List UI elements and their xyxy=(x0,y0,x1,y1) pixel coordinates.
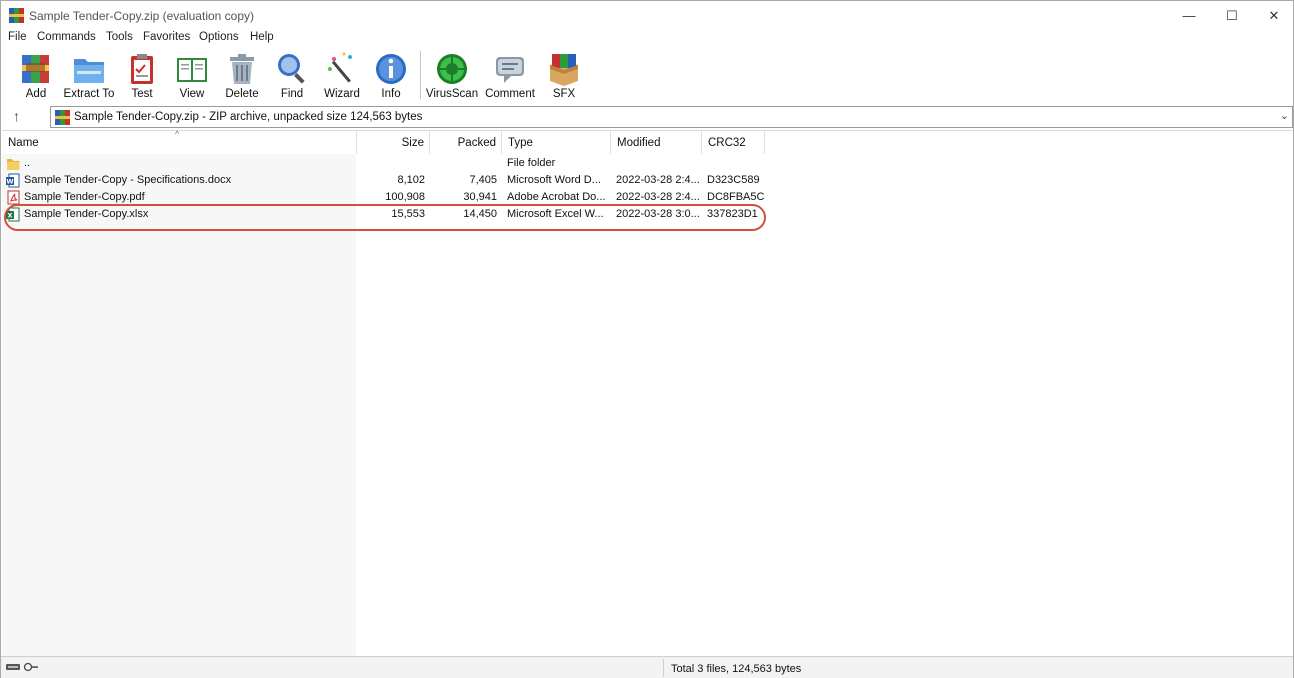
info-icon xyxy=(376,54,406,84)
column-header-name[interactable]: Name ^ xyxy=(2,129,357,154)
status-divider xyxy=(663,659,664,677)
column-header-size[interactable]: Size xyxy=(357,131,430,154)
file-type: Microsoft Word D... xyxy=(507,174,601,186)
up-folder-button[interactable]: ↑ xyxy=(13,108,20,124)
magnifier-find-icon xyxy=(278,54,305,84)
maximize-button[interactable]: ☐ xyxy=(1209,1,1255,30)
menu-favorites[interactable]: Favorites xyxy=(143,31,190,43)
minimize-button[interactable]: — xyxy=(1166,1,1212,30)
toolbar: Add Extract To Test View Delete Find Wiz… xyxy=(1,48,1293,103)
address-row: ↑ Sample Tender-Copy.zip - ZIP archive, … xyxy=(1,105,1293,129)
column-crc32-label: CRC32 xyxy=(708,137,746,149)
file-modified: 2022-03-28 2:4... xyxy=(616,191,700,203)
file-modified: 2022-03-28 2:4... xyxy=(616,174,700,186)
address-text: Sample Tender-Copy.zip - ZIP archive, un… xyxy=(74,111,423,123)
folder-extract-icon xyxy=(74,59,104,83)
menu-options[interactable]: Options xyxy=(199,31,239,43)
column-header-modified[interactable]: Modified xyxy=(611,131,702,154)
virusscan-button[interactable]: VirusScan xyxy=(425,51,479,101)
book-view-icon xyxy=(177,58,207,82)
comment-icon xyxy=(496,57,524,83)
add-archive-icon xyxy=(22,55,49,83)
column-header-crc32[interactable]: CRC32 xyxy=(702,131,765,154)
address-dropdown-icon[interactable]: ⌄ xyxy=(1280,109,1289,122)
zip-archive-icon xyxy=(55,110,70,125)
status-bar: Total 3 files, 124,563 bytes xyxy=(1,656,1293,678)
minimize-icon: — xyxy=(1182,8,1196,23)
file-name: Sample Tender-Copy.pdf xyxy=(24,191,145,203)
folder-icon xyxy=(7,159,20,170)
window-title: Sample Tender-Copy.zip (evaluation copy) xyxy=(29,9,255,23)
sfx-label: SFX xyxy=(552,88,576,100)
menu-file[interactable]: File xyxy=(8,31,27,43)
file-row-parent[interactable]: .. File folder xyxy=(2,155,1293,172)
maximize-icon: ☐ xyxy=(1226,7,1238,23)
trash-delete-icon xyxy=(230,54,254,84)
status-total: Total 3 files, 124,563 bytes xyxy=(671,663,802,675)
file-name: .. xyxy=(24,157,31,169)
virus-scan-icon xyxy=(437,54,467,84)
menu-commands[interactable]: Commands xyxy=(37,31,96,43)
word-doc-icon: W xyxy=(6,173,20,188)
highlight-ring xyxy=(4,204,766,231)
file-type: File folder xyxy=(507,157,556,169)
toolbar-separator xyxy=(420,51,421,99)
file-packed: 7,405 xyxy=(469,174,497,186)
sort-ascending-icon: ^ xyxy=(175,129,180,139)
winrar-app-icon xyxy=(9,8,24,23)
info-button[interactable]: Info xyxy=(364,51,418,101)
menu-help[interactable]: Help xyxy=(250,31,274,43)
file-crc32: DC8FBA5C xyxy=(707,191,765,203)
column-name-label: Name xyxy=(8,137,39,149)
close-button[interactable]: ✕ xyxy=(1251,1,1294,30)
column-size-label: Size xyxy=(401,137,424,149)
file-packed: 30,941 xyxy=(463,191,497,203)
menu-bar: File Commands Tools Favorites Options He… xyxy=(1,30,1293,46)
file-size: 8,102 xyxy=(397,174,425,186)
drive-key-icon xyxy=(6,662,38,672)
winrar-window: Sample Tender-Copy.zip (evaluation copy)… xyxy=(0,0,1294,678)
sfx-button[interactable]: SFX xyxy=(537,51,591,101)
column-header-type[interactable]: Type xyxy=(502,131,611,154)
magic-wand-icon xyxy=(328,52,352,83)
svg-text:W: W xyxy=(6,178,13,186)
menu-tools[interactable]: Tools xyxy=(106,31,133,43)
column-header-packed[interactable]: Packed xyxy=(430,131,502,154)
column-modified-label: Modified xyxy=(617,137,661,149)
clipboard-test-icon xyxy=(131,54,153,84)
address-bar[interactable]: Sample Tender-Copy.zip - ZIP archive, un… xyxy=(50,106,1293,128)
pdf-icon xyxy=(7,190,20,205)
sfx-box-icon xyxy=(550,54,578,86)
close-icon: ✕ xyxy=(1268,7,1280,23)
file-size: 100,908 xyxy=(385,191,425,203)
file-name: Sample Tender-Copy - Specifications.docx xyxy=(24,174,232,186)
column-type-label: Type xyxy=(508,137,533,149)
file-crc32: D323C589 xyxy=(707,174,760,186)
file-row-docx[interactable]: W Sample Tender-Copy - Specifications.do… xyxy=(2,172,1293,189)
file-type: Adobe Acrobat Do... xyxy=(507,191,606,203)
title-bar: Sample Tender-Copy.zip (evaluation copy)… xyxy=(1,1,1293,30)
column-packed-label: Packed xyxy=(457,137,496,149)
